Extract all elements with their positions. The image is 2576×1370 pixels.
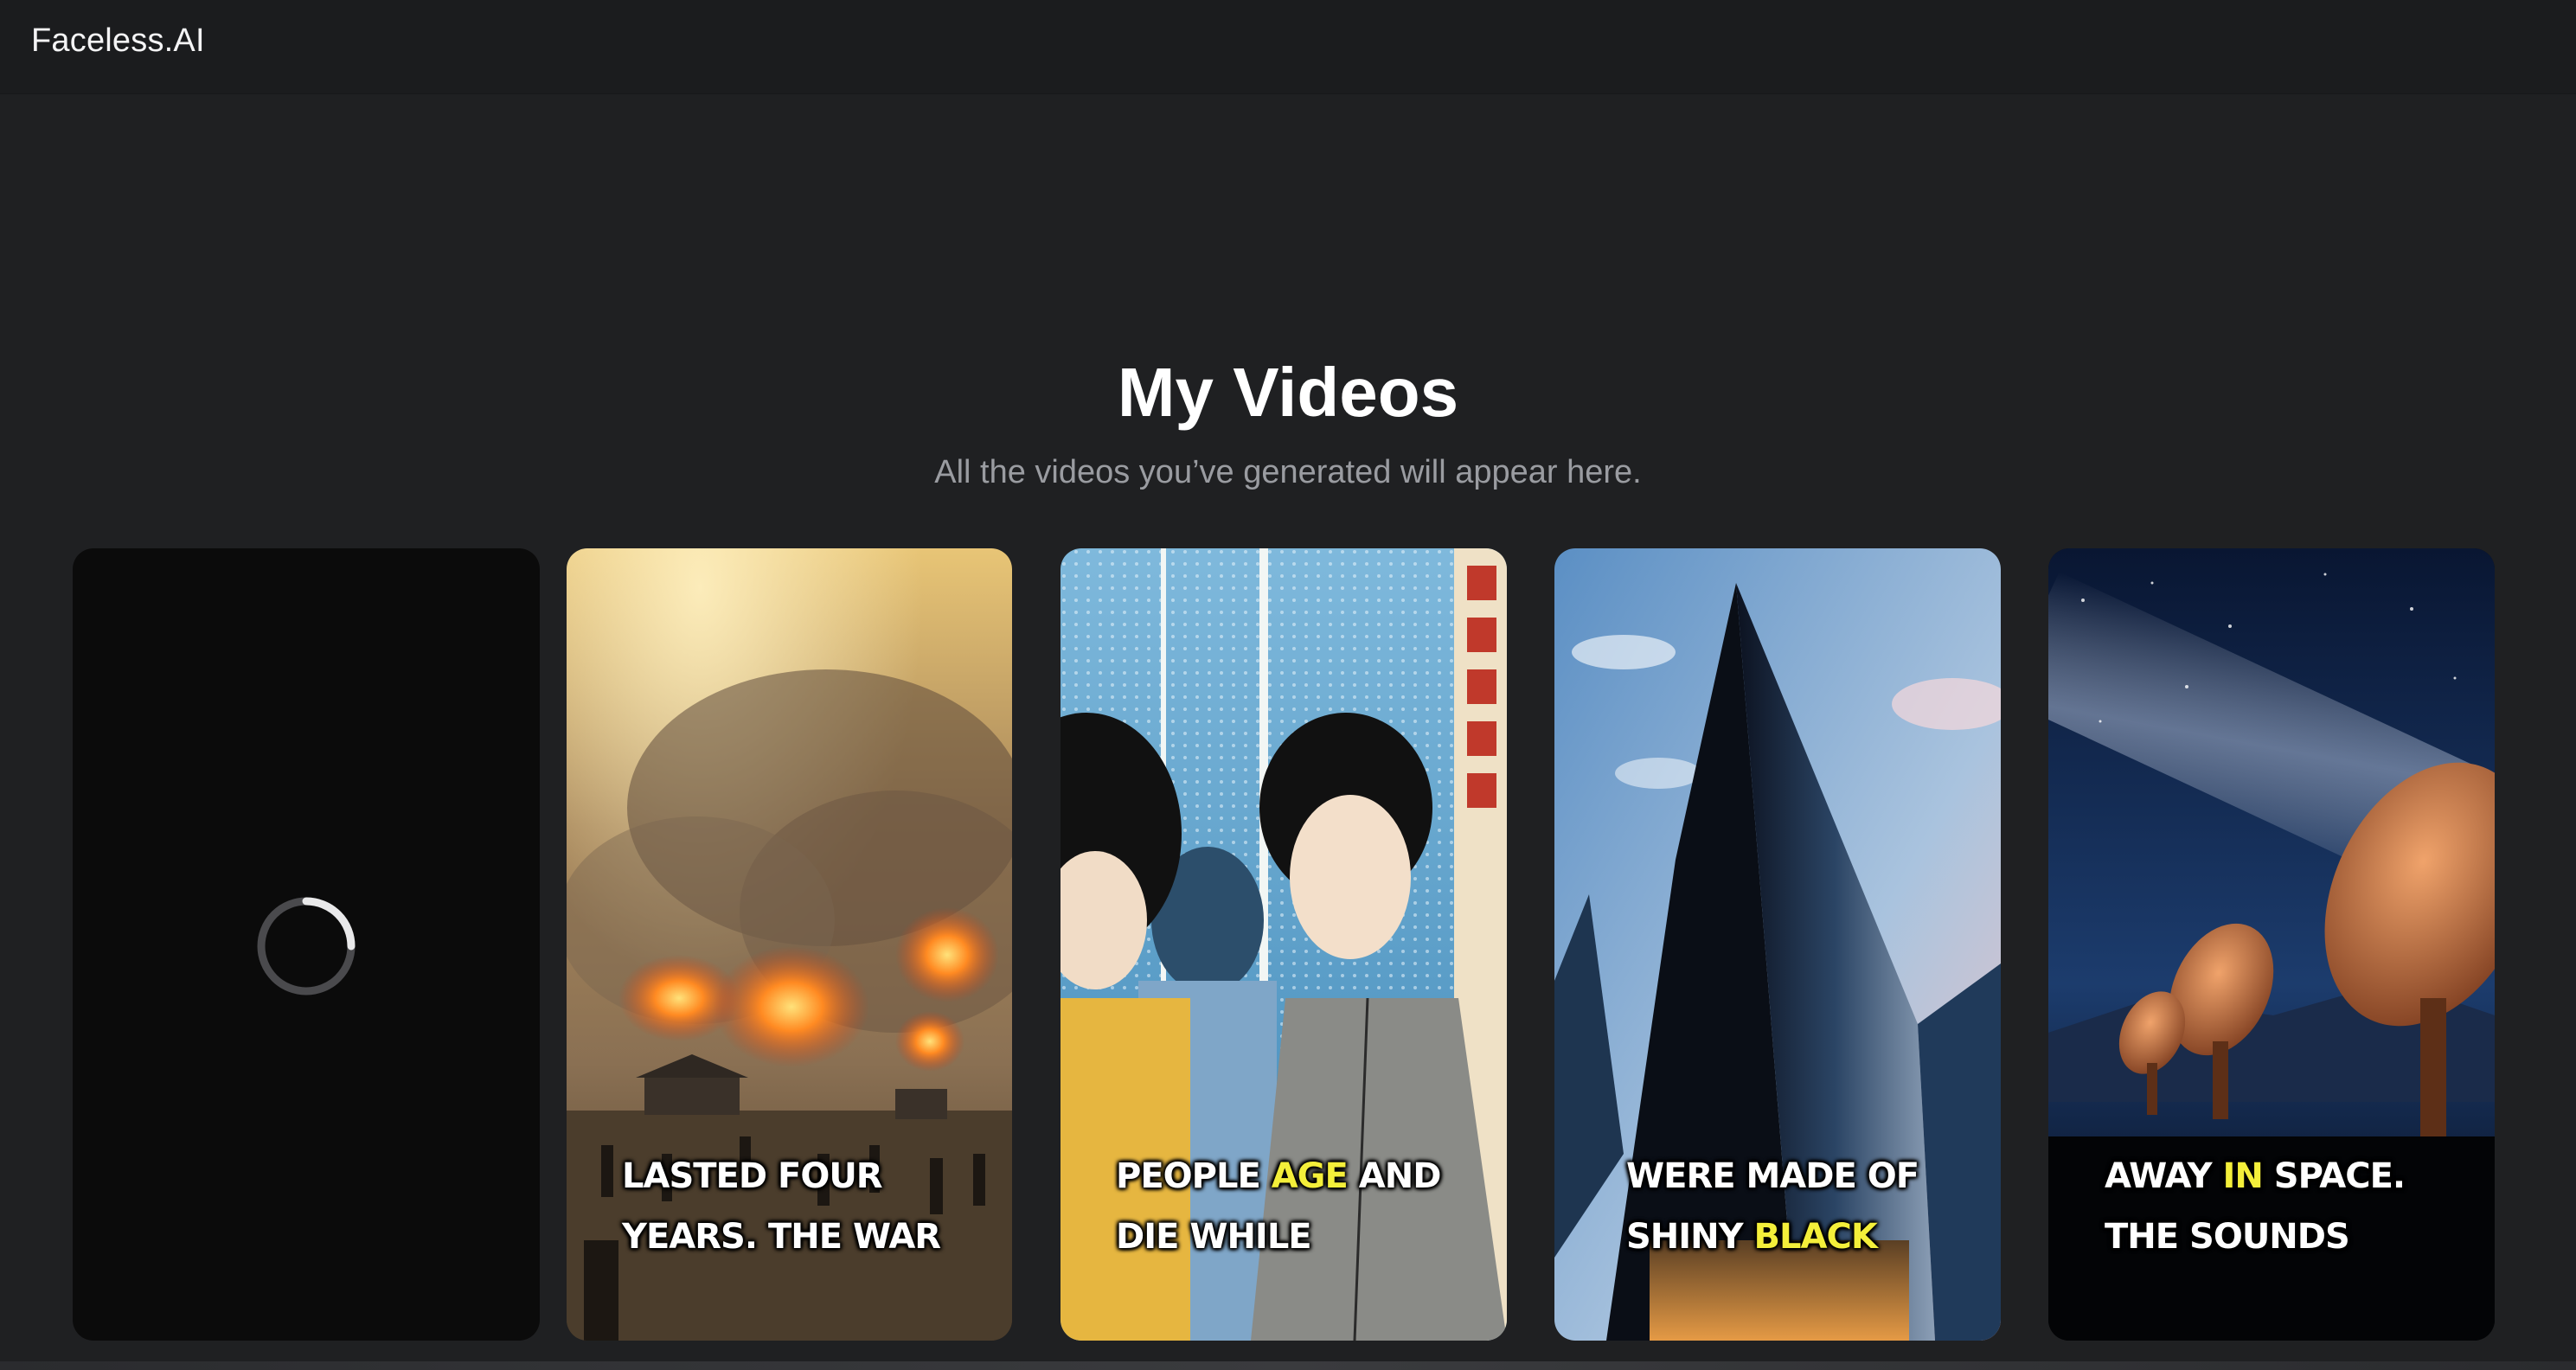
video-caption: WERE MADE OF SHINY BLACK [1626, 1156, 1919, 1257]
brand-logo[interactable]: Faceless.AI [31, 22, 205, 60]
page-title: My Videos [1117, 354, 1459, 431]
video-card-generating[interactable] [73, 548, 540, 1341]
horizontal-scrollbar[interactable] [0, 1361, 2576, 1370]
page-subtitle: All the videos you’ve generated will app… [934, 454, 1642, 490]
video-caption: AWAY IN SPACE. THE SOUNDS [2105, 1156, 2406, 1257]
video-caption: LASTED FOUR YEARS. THE WAR [622, 1156, 941, 1257]
loading-spinner-icon [257, 897, 356, 995]
top-navbar: Faceless.AI [0, 0, 2576, 94]
video-caption: PEOPLE AGE AND DIE WHILE [1116, 1156, 1441, 1257]
